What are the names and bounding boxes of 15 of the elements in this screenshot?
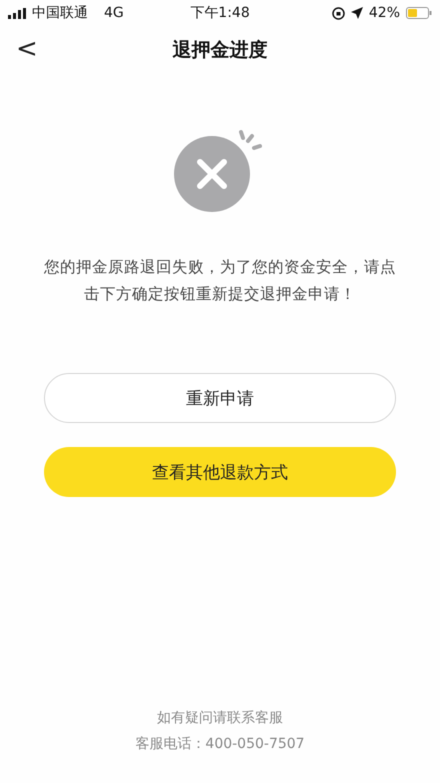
rotation-lock-icon <box>332 6 345 20</box>
other-refund-methods-button[interactable]: 查看其他退款方式 <box>44 447 396 497</box>
help-note: 如有疑问请联系客服 <box>156 709 284 728</box>
signal-icon <box>8 8 26 18</box>
carrier-name: 中国联通 <box>32 4 88 22</box>
clock-time: 下午1:48 <box>190 4 250 22</box>
reapply-button[interactable]: 重新申请 <box>44 373 396 423</box>
location-arrow-icon <box>350 7 363 19</box>
service-phone: 客服电话：400-050-7507 <box>134 735 306 754</box>
battery-icon <box>406 7 432 19</box>
back-button[interactable]: < <box>10 34 44 64</box>
network-type: 4G <box>104 5 124 21</box>
refund-failed-message: 您的押金原路退回失败，为了您的资金安全，请点击下方确定按钮重新提交退押金申请！ <box>43 257 397 305</box>
page-title: 退押金进度 <box>172 38 268 63</box>
battery-percent: 42% <box>368 5 400 21</box>
